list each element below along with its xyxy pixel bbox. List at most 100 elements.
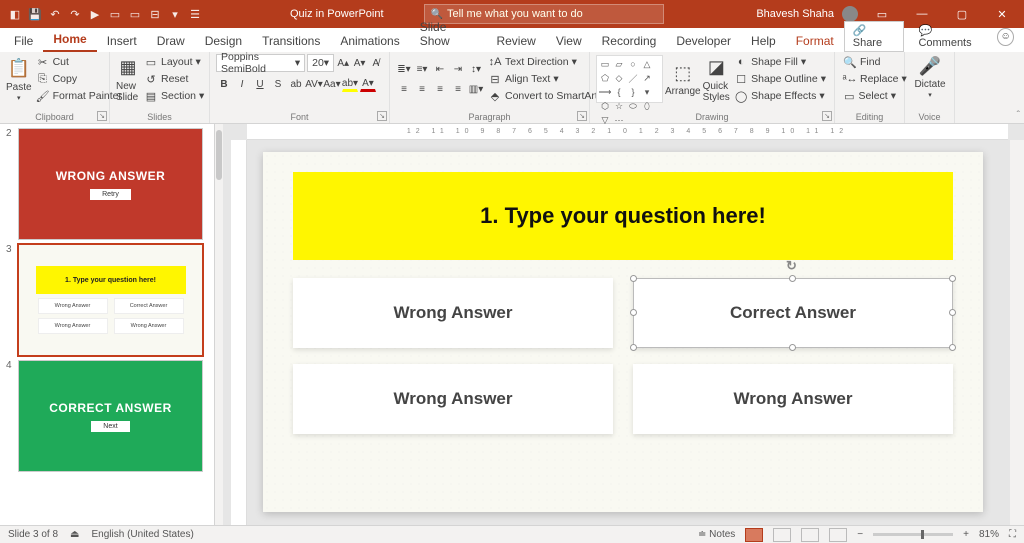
language-indicator[interactable]: English (United States) (92, 529, 194, 540)
slide-canvas[interactable]: 1. Type your question here! Wrong Answer… (263, 152, 983, 512)
menu-transitions[interactable]: Transitions (252, 30, 330, 52)
indent-inc-button[interactable]: ⇥ (450, 61, 466, 77)
qat-btn[interactable]: ⊟ (146, 5, 164, 23)
bullets-button[interactable]: ≣▾ (396, 61, 412, 77)
decrease-font-icon[interactable]: A▾ (352, 55, 366, 71)
replace-button[interactable]: ᵃ↔Replace▾ (841, 71, 898, 87)
share-button[interactable]: 🔗 Share (844, 21, 905, 52)
resize-handle[interactable] (630, 309, 637, 316)
numbering-button[interactable]: ≡▾ (414, 61, 430, 77)
shadow-button[interactable]: ab (288, 76, 304, 92)
scrollbar-thumb[interactable] (216, 130, 222, 180)
menu-insert[interactable]: Insert (97, 30, 147, 52)
resize-handle[interactable] (949, 275, 956, 282)
shape-fill-button[interactable]: ◐Shape Fill▾ (732, 54, 828, 70)
save-icon[interactable]: 💾 (26, 5, 44, 23)
section-button[interactable]: ▤Section▾ (142, 88, 206, 104)
font-color-button[interactable]: A▾ (360, 76, 376, 92)
user-name[interactable]: Bhavesh Shaha (756, 8, 834, 20)
underline-button[interactable]: U (252, 76, 268, 92)
zoom-in-button[interactable]: + (963, 529, 969, 540)
resize-handle[interactable] (630, 344, 637, 351)
align-left-button[interactable]: ≡ (396, 81, 412, 97)
arrange-button[interactable]: ⬚Arrange (665, 61, 701, 97)
select-button[interactable]: ▭Select▾ (841, 88, 898, 104)
shape-effects-button[interactable]: ◯Shape Effects▾ (732, 88, 828, 104)
font-launcher[interactable]: ↘ (377, 111, 387, 121)
vertical-ruler[interactable] (231, 140, 247, 525)
strike-button[interactable]: S (270, 76, 286, 92)
zoom-level[interactable]: 81% (979, 529, 999, 540)
thumbnail-2[interactable]: 2 WRONG ANSWER Retry (0, 126, 214, 242)
shape-outline-button[interactable]: ☐Shape Outline▾ (732, 71, 828, 87)
from-beginning-icon[interactable]: ▶ (86, 5, 104, 23)
font-name-select[interactable]: Poppins SemiBold ▾ (216, 54, 305, 72)
resize-handle[interactable] (630, 275, 637, 282)
sorter-view-button[interactable] (773, 528, 791, 542)
justify-button[interactable]: ≡ (450, 81, 466, 97)
answer-box-1[interactable]: Wrong Answer (293, 278, 613, 348)
menu-developer[interactable]: Developer (666, 30, 741, 52)
answer-box-4[interactable]: Wrong Answer (633, 364, 953, 434)
align-center-button[interactable]: ≡ (414, 81, 430, 97)
qat-btn[interactable]: ▭ (126, 5, 144, 23)
increase-font-icon[interactable]: A▴ (336, 55, 350, 71)
drawing-launcher[interactable]: ↘ (822, 111, 832, 121)
menu-file[interactable]: File (4, 30, 43, 52)
zoom-out-button[interactable]: − (857, 529, 863, 540)
columns-button[interactable]: ▥▾ (468, 81, 484, 97)
answer-box-3[interactable]: Wrong Answer (293, 364, 613, 434)
touch-mode-icon[interactable]: ☰ (186, 5, 204, 23)
menu-help[interactable]: Help (741, 30, 786, 52)
resize-handle[interactable] (949, 309, 956, 316)
menu-view[interactable]: View (546, 30, 592, 52)
bold-button[interactable]: B (216, 76, 232, 92)
reading-view-button[interactable] (801, 528, 819, 542)
undo-icon[interactable]: ↶ (46, 5, 64, 23)
horizontal-ruler[interactable]: 12 11 10 9 8 7 6 5 4 3 2 1 0 1 2 3 4 5 6… (247, 124, 1008, 140)
slideshow-view-button[interactable] (829, 528, 847, 542)
spacing-button[interactable]: AV▾ (306, 76, 322, 92)
menu-slideshow[interactable]: Slide Show (410, 16, 487, 52)
clipboard-launcher[interactable]: ↘ (97, 111, 107, 121)
italic-button[interactable]: I (234, 76, 250, 92)
fit-window-button[interactable]: ⛶ (1009, 529, 1016, 540)
qat-btn[interactable]: ▭ (106, 5, 124, 23)
align-right-button[interactable]: ≡ (432, 81, 448, 97)
resize-handle[interactable] (789, 275, 796, 282)
pane-scrollbar[interactable] (215, 124, 223, 525)
redo-icon[interactable]: ↷ (66, 5, 84, 23)
resize-handle[interactable] (789, 344, 796, 351)
menu-design[interactable]: Design (195, 30, 252, 52)
normal-view-button[interactable] (745, 528, 763, 542)
case-button[interactable]: Aa▾ (324, 76, 340, 92)
paragraph-launcher[interactable]: ↘ (577, 111, 587, 121)
resize-handle[interactable] (949, 344, 956, 351)
comments-button[interactable]: 💬 Comments (910, 22, 991, 51)
autosave-icon[interactable]: ◧ (6, 5, 24, 23)
clear-format-icon[interactable]: A̸ (369, 55, 383, 71)
answer-box-2[interactable]: Correct Answer (633, 278, 953, 348)
notes-button[interactable]: ≐ Notes (698, 529, 735, 540)
quick-styles-button[interactable]: ◪Quick Styles (703, 56, 731, 103)
zoom-slider[interactable] (873, 533, 953, 536)
shapes-gallery[interactable]: ▭▱○△⬠◇ ／↗⟶{}▾ ⬡☆⬭⬯▽⋯ (596, 55, 663, 103)
menu-recording[interactable]: Recording (592, 30, 667, 52)
new-slide-button[interactable]: ▦New Slide (116, 56, 140, 103)
reset-button[interactable]: ↺Reset (142, 71, 206, 87)
slide-canvas-area[interactable]: 1. Type your question here! Wrong Answer… (263, 152, 983, 512)
thumbnail-4[interactable]: 4 CORRECT ANSWER Next (0, 358, 214, 474)
collapse-ribbon-icon[interactable]: ˆ (1017, 110, 1020, 121)
menu-draw[interactable]: Draw (147, 30, 195, 52)
menu-review[interactable]: Review (486, 30, 545, 52)
question-box[interactable]: 1. Type your question here! (293, 172, 953, 260)
dictate-button[interactable]: 🎤Dictate▾ (911, 54, 949, 99)
menu-format[interactable]: Format (786, 30, 844, 52)
highlight-button[interactable]: ab▾ (342, 76, 358, 92)
thumbnail-3[interactable]: 3 1. Type your question here! Wrong Answ… (0, 242, 214, 358)
menu-home[interactable]: Home (43, 28, 96, 52)
slide-indicator[interactable]: Slide 3 of 8 (8, 529, 58, 540)
editor-scrollbar[interactable] (1010, 140, 1024, 525)
layout-button[interactable]: ▭Layout▾ (142, 54, 206, 70)
find-button[interactable]: 🔍Find (841, 54, 898, 70)
